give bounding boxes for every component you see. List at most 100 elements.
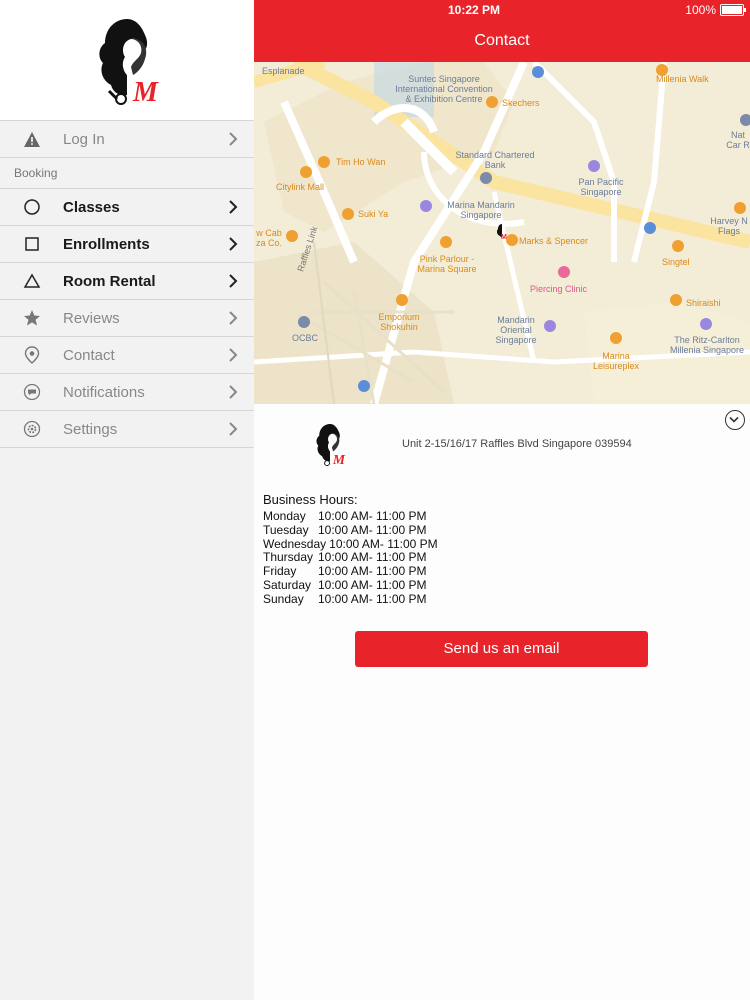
chevron-right-icon [228, 131, 238, 147]
map-label: Pink Parlour - Marina Square [417, 254, 477, 274]
restaurant-pin-icon [670, 294, 682, 306]
collapse-button[interactable] [725, 410, 745, 430]
hours-row: Wednesday 10:00 AM- 11:00 PM [263, 536, 438, 552]
hours-row: Saturday 10:00 AM- 11:00 PM [263, 577, 438, 593]
section-header-booking: Booking [0, 158, 254, 189]
car-rental-pin-icon [740, 114, 750, 126]
map-label: The Ritz-Carlton Millenia Singapore [669, 335, 745, 355]
shopping-pin-icon [286, 230, 298, 242]
hours-day: Thursday [263, 550, 314, 565]
business-address: Unit 2-15/16/17 Raffles Blvd Singapore 0… [402, 438, 632, 450]
hours-day: Tuesday [263, 522, 309, 537]
warning-icon [22, 129, 42, 149]
shopping-pin-icon [610, 332, 622, 344]
chevron-right-icon [228, 236, 238, 252]
map-label: Marina Leisureplex [592, 351, 640, 371]
sidebar-item-label: Reviews [63, 309, 120, 327]
sidebar-item-login[interactable]: Log In [0, 120, 254, 158]
sidebar-item-label: Room Rental [63, 272, 156, 290]
map-view[interactable]: Esplanade Suntec Singapore International… [254, 62, 750, 404]
hours-day: Wednesday [263, 536, 327, 551]
shopping-pin-icon [672, 240, 684, 252]
app-logo: M [87, 15, 167, 105]
hours-day: Sunday [263, 591, 304, 606]
transit-pin-icon [358, 380, 370, 392]
contact-details-sheet: M Unit 2-15/16/17 Raffles Blvd Singapore… [254, 404, 750, 1000]
send-email-button[interactable]: Send us an email [355, 631, 648, 667]
sidebar: M Log In Booking Classes Enrollments Roo… [0, 0, 255, 1000]
chevron-down-icon [728, 416, 739, 423]
shopping-pin-icon [300, 166, 312, 178]
main-panel: 10:22 PM 100% Contact Esplanade Suntec S… [254, 0, 750, 1000]
gear-icon [22, 419, 42, 439]
business-logo: M [310, 422, 350, 467]
shopping-pin-icon [656, 64, 668, 76]
map-label: Shiraishi [686, 298, 721, 308]
chevron-right-icon [228, 384, 238, 400]
svg-text:M: M [332, 452, 346, 466]
map-label: Suki Ya [358, 209, 389, 219]
shopping-pin-icon [486, 96, 498, 108]
sidebar-item-enrollments[interactable]: Enrollments [0, 226, 254, 263]
hours-row: Tuesday 10:00 AM- 11:00 PM [263, 522, 438, 538]
navigation-bar: 10:22 PM 100% Contact [254, 0, 750, 62]
circle-icon [22, 197, 42, 217]
map-label: OCBC [292, 333, 319, 343]
map-label: Mandarin Oriental Singapore [495, 315, 537, 345]
store-location-marker-icon[interactable]: M [496, 224, 508, 241]
sidebar-item-classes[interactable]: Classes [0, 189, 254, 226]
business-hours-title: Business Hours: [263, 492, 358, 507]
svg-text:M: M [132, 77, 159, 105]
chevron-right-icon [228, 310, 238, 326]
sidebar-item-room-rental[interactable]: Room Rental [0, 263, 254, 300]
parking-pin-icon [532, 66, 544, 78]
sidebar-item-reviews[interactable]: Reviews [0, 300, 254, 337]
sidebar-item-label: Contact [63, 346, 115, 364]
hours-time: 10:00 AM- 11:00 PM [318, 577, 427, 592]
map-label: Tim Ho Wan [336, 157, 386, 167]
hours-day: Monday [263, 509, 306, 523]
hours-day: Friday [263, 564, 297, 579]
map-label: Singtel [662, 257, 690, 267]
hours-row: Thursday 10:00 AM- 11:00 PM [263, 551, 438, 565]
sidebar-item-contact[interactable]: Contact [0, 337, 254, 374]
map-label: Esplanade [262, 66, 305, 76]
hotel-pin-icon [544, 320, 556, 332]
shopping-pin-icon [734, 202, 746, 214]
bank-pin-icon [480, 172, 492, 184]
business-hours-list: Monday 10:00 AM- 11:00 PM Tuesday 10:00 AM… [263, 509, 438, 607]
hours-time: 10:00 AM- 11:00 PM [318, 564, 427, 579]
sidebar-item-label: Enrollments [63, 235, 150, 253]
battery-icon [720, 4, 746, 16]
map-label: Marks & Spencer [519, 236, 589, 246]
map-label: Standard Chartered Bank [455, 150, 535, 170]
map-label: Skechers [502, 98, 540, 108]
hours-time: 10:00 AM- 11:00 PM [318, 509, 427, 523]
hotel-pin-icon [588, 160, 600, 172]
map-label: Nat Car R [726, 130, 750, 150]
map-label: Harvey N Flags [710, 216, 748, 236]
transit-pin-icon [644, 222, 656, 234]
hours-time: 10:00 AM- 11:00 PM [318, 522, 427, 537]
sidebar-item-label: Settings [63, 420, 118, 438]
restaurant-pin-icon [342, 208, 354, 220]
sidebar-item-notifications[interactable]: Notifications [0, 374, 254, 411]
hours-time: 10:00 AM- 11:00 PM [329, 536, 438, 551]
hotel-pin-icon [700, 318, 712, 330]
chevron-right-icon [228, 273, 238, 289]
map-label: Emporium Shokuhin [378, 312, 420, 332]
sidebar-item-label: Notifications [63, 383, 145, 401]
clinic-pin-icon [558, 266, 570, 278]
location-pin-icon [22, 345, 42, 365]
sidebar-logo-area: M [0, 0, 254, 120]
sidebar-item-settings[interactable]: Settings [0, 411, 254, 448]
square-icon [22, 234, 42, 254]
shopping-pin-icon [440, 236, 452, 248]
page-title: Contact [474, 32, 530, 49]
map-label: Pan Pacific Singapore [578, 177, 624, 197]
hours-row: Friday 10:00 AM- 11:00 PM [263, 564, 438, 579]
restaurant-pin-icon [396, 294, 408, 306]
chevron-right-icon [228, 421, 238, 437]
bank-pin-icon [298, 316, 310, 328]
star-icon [22, 308, 42, 328]
